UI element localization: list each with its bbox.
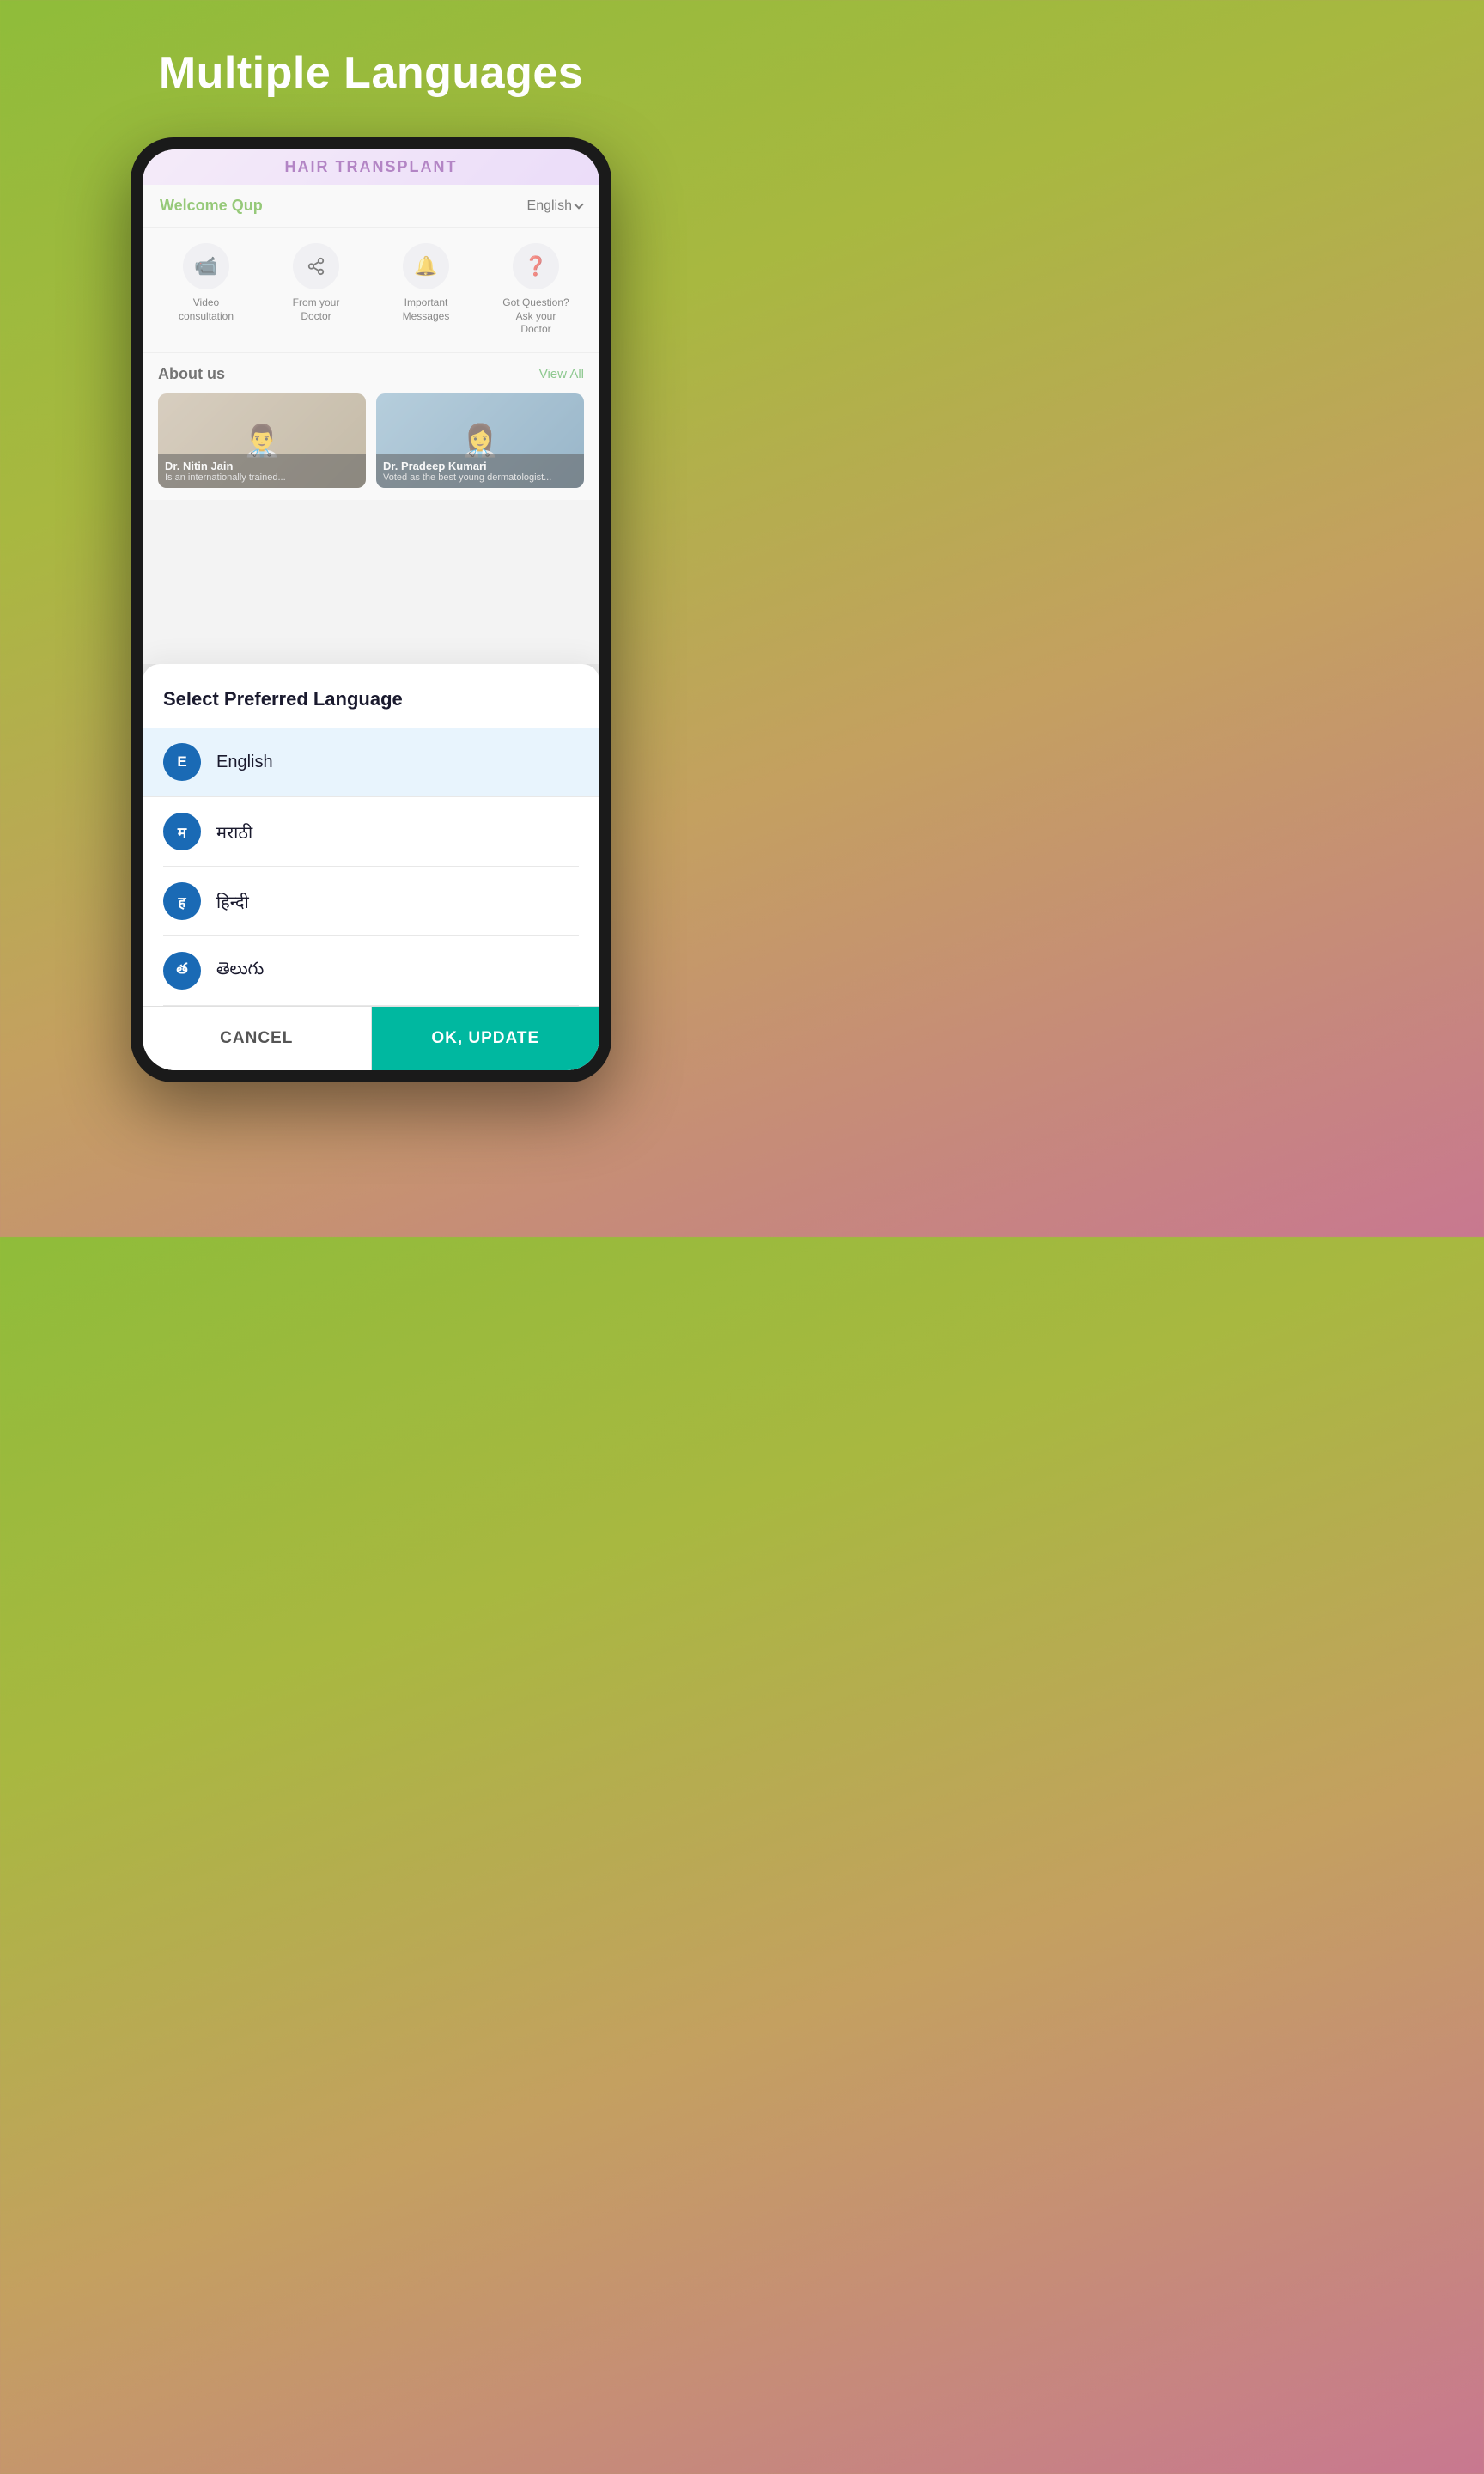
language-option-marathi[interactable]: म मराठी <box>163 797 579 867</box>
language-modal: Select Preferred Language E English म मर… <box>143 664 599 1070</box>
current-language-label: English <box>527 198 572 214</box>
app-background: HAIR TRANSPLANT Welcome Qup English 📹 Vi… <box>143 149 599 664</box>
quick-actions: 📹 Video consultation From your Doctor 🔔 … <box>143 228 599 353</box>
doctor-card-nitin[interactable]: 👨‍⚕️ Dr. Nitin Jain Is an internationall… <box>158 393 366 488</box>
lang-selector[interactable]: English <box>527 198 582 214</box>
language-option-english[interactable]: E English <box>143 728 599 797</box>
chevron-down-icon <box>574 199 583 209</box>
doctors-row: 👨‍⚕️ Dr. Nitin Jain Is an internationall… <box>158 393 584 488</box>
app-header-bar: Welcome Qup English <box>143 185 599 228</box>
share-icon <box>293 243 339 289</box>
about-us-section: About us View All 👨‍⚕️ Dr. Nitin Jain Is… <box>143 353 599 500</box>
action-label-messages: Important Messages <box>392 296 460 323</box>
lang-avatar-hindi: ह <box>163 882 201 920</box>
action-from-doctor[interactable]: From your Doctor <box>282 243 350 337</box>
about-us-title: About us <box>158 365 225 383</box>
action-label-ask: Got Question? Ask your Doctor <box>502 296 570 337</box>
language-option-telugu[interactable]: త తెలుగు <box>163 936 579 1006</box>
modal-actions: CANCEL OK, UPDATE <box>143 1006 599 1070</box>
lang-name-english: English <box>216 753 273 772</box>
modal-title: Select Preferred Language <box>163 688 579 710</box>
doctor-desc-nitin: Is an internationally trained... <box>165 472 359 483</box>
doctor-desc-pradeep: Voted as the best young dermatologist... <box>383 472 577 483</box>
phone-screen: HAIR TRANSPLANT Welcome Qup English 📹 Vi… <box>143 149 599 1070</box>
welcome-text: Welcome Qup <box>160 197 263 215</box>
doctor-info-pradeep: Dr. Pradeep Kumari Voted as the best you… <box>376 454 584 488</box>
lang-avatar-marathi: म <box>163 813 201 850</box>
language-option-hindi[interactable]: ह हिन्दी <box>163 867 579 936</box>
lang-name-hindi: हिन्दी <box>216 890 249 913</box>
action-messages[interactable]: 🔔 Important Messages <box>392 243 460 337</box>
lang-name-telugu: తెలుగు <box>216 960 264 983</box>
video-icon: 📹 <box>183 243 229 289</box>
view-all-link[interactable]: View All <box>539 367 584 381</box>
doctor-info-nitin: Dr. Nitin Jain Is an internationally tra… <box>158 454 366 488</box>
cancel-button[interactable]: CANCEL <box>143 1007 371 1070</box>
phone-frame: HAIR TRANSPLANT Welcome Qup English 📹 Vi… <box>131 137 611 1082</box>
action-ask-doctor[interactable]: ❓ Got Question? Ask your Doctor <box>502 243 570 337</box>
doctor-name-pradeep: Dr. Pradeep Kumari <box>383 460 577 472</box>
ok-update-button[interactable]: OK, UPDATE <box>372 1007 600 1070</box>
lang-name-marathi: मराठी <box>216 820 252 844</box>
hair-transplant-banner: HAIR TRANSPLANT <box>143 149 599 185</box>
lang-avatar-telugu: త <box>163 952 201 990</box>
action-label-video: Video consultation <box>172 296 240 323</box>
bell-icon: 🔔 <box>403 243 449 289</box>
action-label-doctor: From your Doctor <box>282 296 350 323</box>
question-icon: ❓ <box>513 243 559 289</box>
lang-avatar-english: E <box>163 743 201 781</box>
about-us-header: About us View All <box>158 365 584 383</box>
page-title: Multiple Languages <box>159 47 583 99</box>
action-video-consultation[interactable]: 📹 Video consultation <box>172 243 240 337</box>
doctor-name-nitin: Dr. Nitin Jain <box>165 460 359 472</box>
doctor-card-pradeep[interactable]: 👩‍⚕️ Dr. Pradeep Kumari Voted as the bes… <box>376 393 584 488</box>
